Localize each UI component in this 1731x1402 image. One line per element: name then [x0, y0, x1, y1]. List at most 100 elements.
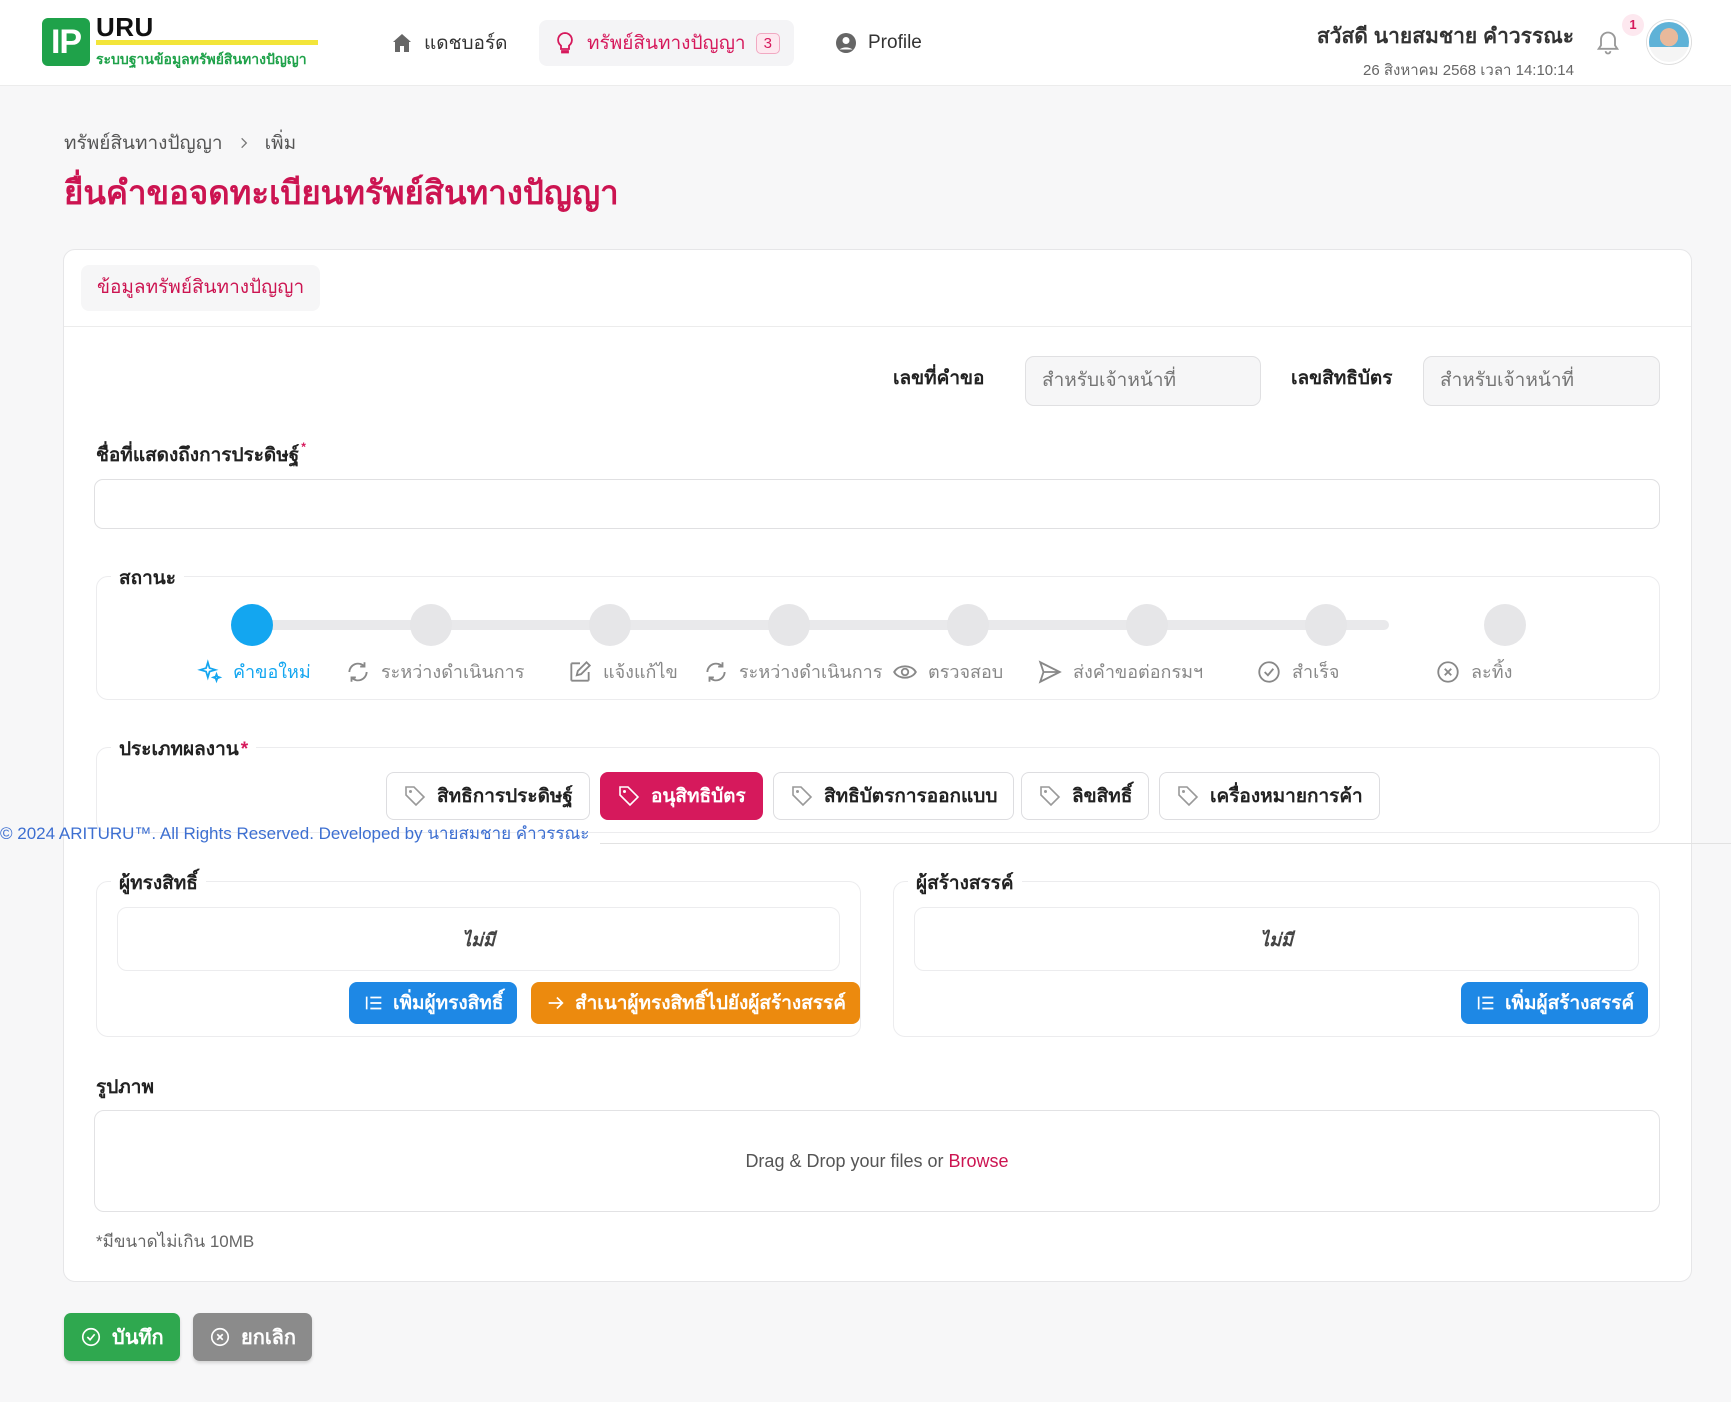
- step-revise-label: แจ้งแก้ไข: [603, 662, 678, 682]
- creators-group: ผู้สร้างสรรค์ ไม่มี เพิ่มผู้สร้างสรรค์: [893, 868, 1660, 1037]
- logo-underline: [96, 40, 318, 45]
- top-header: IP URU ระบบฐานข้อมูลทรัพย์สินทางปัญญา แด…: [0, 0, 1731, 86]
- step-review: ตรวจสอบ: [892, 657, 1003, 686]
- logo-subtitle: ระบบฐานข้อมูลทรัพย์สินทางปัญญา: [96, 51, 307, 67]
- invention-name-input[interactable]: [94, 479, 1660, 529]
- check-circle-icon: [1258, 660, 1280, 683]
- nav-ip-label: ทรัพย์สินทางปัญญา: [587, 33, 746, 54]
- page-title: ยื่นคำขอจดทะเบียนทรัพย์สินทางปัญญา: [64, 174, 619, 211]
- notification-badge: 1: [1622, 14, 1644, 36]
- step-revise: แจ้งแก้ไข: [567, 657, 678, 686]
- tag-icon: [792, 786, 813, 807]
- footer-divider: [600, 843, 1731, 844]
- tag-icon: [1178, 786, 1199, 807]
- step-dot-review: [947, 604, 989, 646]
- step-submitted-label: ส่งคำขอต่อกรมฯ: [1073, 662, 1204, 682]
- list-icon: [1477, 996, 1494, 1010]
- work-type-legend: ประเภทผลงาน *: [111, 734, 257, 764]
- step-dot-revise: [589, 604, 631, 646]
- bell-icon[interactable]: [1594, 28, 1622, 58]
- step-dot-submitted: [1126, 604, 1168, 646]
- sparkles-icon: [197, 658, 223, 683]
- breadcrumb-ip[interactable]: ทรัพย์สินทางปัญญา: [64, 128, 223, 158]
- card-divider: [64, 326, 1691, 327]
- work-type-petty-patent-chip[interactable]: อนุสิทธิบัตร: [600, 772, 763, 820]
- step-abandoned-label: ละทิ้ง: [1471, 662, 1513, 682]
- step-processing-2: ระหว่างดำเนินการ: [703, 657, 882, 686]
- request-no-input[interactable]: [1025, 356, 1261, 406]
- add-creator-label: เพิ่มผู้สร้างสรรค์: [1505, 993, 1635, 1014]
- ip-form-card: ข้อมูลทรัพย์สินทางปัญญา เลขที่คำขอ เลขสิ…: [63, 249, 1692, 1282]
- tag-icon: [1040, 786, 1061, 807]
- invention-name-label-text: ชื่อที่แสดงถึงการประดิษฐ์: [96, 445, 300, 466]
- footer-copyright: © 2024 ARITURU™. All Rights Reserved. De…: [0, 824, 590, 843]
- save-button[interactable]: บันทึก: [64, 1313, 180, 1361]
- nav-profile[interactable]: Profile: [820, 20, 936, 66]
- eye-icon: [893, 664, 917, 679]
- image-dropzone[interactable]: Drag & Drop your files or Browse: [94, 1110, 1660, 1212]
- avatar[interactable]: [1647, 20, 1691, 64]
- nav-dashboard[interactable]: แดชบอร์ด: [376, 20, 522, 66]
- invention-name-label: ชื่อที่แสดงถึงการประดิษฐ์ *: [96, 440, 306, 470]
- cancel-button[interactable]: ยกเลิก: [193, 1313, 313, 1361]
- greeting-name: สวัสดี นายสมชาย คำวรรณะ: [1316, 25, 1574, 48]
- work-type-invention-label: สิทธิการประดิษฐ์: [437, 786, 573, 807]
- nav-intellectual-property[interactable]: ทรัพย์สินทางปัญญา 3: [539, 20, 794, 66]
- step-success: สำเร็จ: [1256, 657, 1339, 686]
- copy-owner-label: สำเนาผู้ทรงสิทธิ์ไปยังผู้สร้างสรรค์: [575, 993, 846, 1014]
- step-submitted: ส่งคำขอต่อกรมฯ: [1037, 657, 1203, 686]
- file-size-note: *มีขนาดไม่เกิน 10MB: [96, 1232, 255, 1251]
- step-dot-processing: [410, 604, 452, 646]
- step-processing-label: ระหว่างดำเนินการ: [381, 662, 525, 682]
- lightbulb-icon: [557, 32, 573, 54]
- breadcrumb: ทรัพย์สินทางปัญญา เพิ่ม: [64, 128, 296, 158]
- browse-link[interactable]: Browse: [949, 1151, 1009, 1171]
- work-type-design-patent-chip[interactable]: สิทธิบัตรการออกแบบ: [773, 772, 1015, 820]
- dropzone-text: Drag & Drop your files or: [745, 1151, 944, 1171]
- work-type-design-patent-label: สิทธิบัตรการออกแบบ: [824, 786, 998, 807]
- tag-icon: [405, 786, 426, 807]
- refresh-icon: [348, 661, 368, 682]
- nav-ip-count-badge: 3: [755, 32, 780, 54]
- owners-legend: ผู้ทรงสิทธิ์: [111, 868, 206, 898]
- work-type-label: ประเภทผลงาน: [119, 739, 239, 760]
- step-processing-2-label: ระหว่างดำเนินการ: [739, 662, 883, 682]
- step-dot-abandoned: [1484, 604, 1526, 646]
- step-success-label: สำเร็จ: [1292, 662, 1340, 682]
- patent-no-input[interactable]: [1423, 356, 1660, 406]
- step-processing: ระหว่างดำเนินการ: [345, 657, 524, 686]
- creators-legend: ผู้สร้างสรรค์: [908, 868, 1022, 898]
- step-abandoned: ละทิ้ง: [1435, 657, 1512, 686]
- owners-group: ผู้ทรงสิทธิ์ ไม่มี เพิ่มผู้ทรงสิทธิ์ สำเ…: [96, 868, 861, 1037]
- refresh-icon: [706, 661, 726, 682]
- work-type-invention-chip[interactable]: สิทธิการประดิษฐ์: [386, 772, 590, 820]
- step-new: คำขอใหม่: [197, 657, 311, 686]
- logo-name[interactable]: URU: [96, 12, 154, 43]
- step-review-label: ตรวจสอบ: [928, 662, 1004, 682]
- owners-empty-state: ไม่มี: [117, 907, 840, 971]
- current-datetime: 26 สิงหาคม 2568 เวลา 14:10:14: [1363, 62, 1574, 79]
- copy-owner-to-creator-button[interactable]: สำเนาผู้ทรงสิทธิ์ไปยังผู้สร้างสรรค์: [531, 982, 860, 1024]
- work-type-copyright-chip[interactable]: ลิขสิทธิ์: [1021, 772, 1150, 820]
- cancel-label: ยกเลิก: [241, 1327, 297, 1349]
- image-label: รูปภาพ: [96, 1077, 154, 1098]
- step-dot-success: [1305, 604, 1347, 646]
- add-creator-button[interactable]: เพิ่มผู้สร้างสรรค์: [1461, 982, 1649, 1024]
- logo-mark[interactable]: IP: [42, 18, 90, 66]
- send-icon: [1038, 659, 1062, 684]
- creators-empty-state: ไม่มี: [914, 907, 1639, 971]
- x-circle-icon: [1437, 660, 1459, 683]
- work-type-trademark-chip[interactable]: เครื่องหมายการค้า: [1159, 772, 1380, 820]
- chevron-right-icon: [240, 137, 247, 149]
- tab-ip-info[interactable]: ข้อมูลทรัพย์สินทางปัญญา: [81, 265, 321, 311]
- save-label: บันทึก: [112, 1327, 164, 1349]
- work-type-copyright-label: ลิขสิทธิ์: [1072, 786, 1133, 807]
- add-owner-label: เพิ่มผู้ทรงสิทธิ์: [393, 993, 504, 1014]
- step-dot-processing-2: [768, 604, 810, 646]
- work-type-trademark-label: เครื่องหมายการค้า: [1210, 786, 1363, 807]
- user-greeting: สวัสดี นายสมชาย คำวรรณะ 26 สิงหาคม 2568 …: [1317, 20, 1574, 82]
- list-icon: [365, 996, 382, 1010]
- required-mark: *: [240, 739, 249, 760]
- add-owner-button[interactable]: เพิ่มผู้ทรงสิทธิ์: [349, 982, 518, 1024]
- user-circle-icon: [836, 33, 856, 53]
